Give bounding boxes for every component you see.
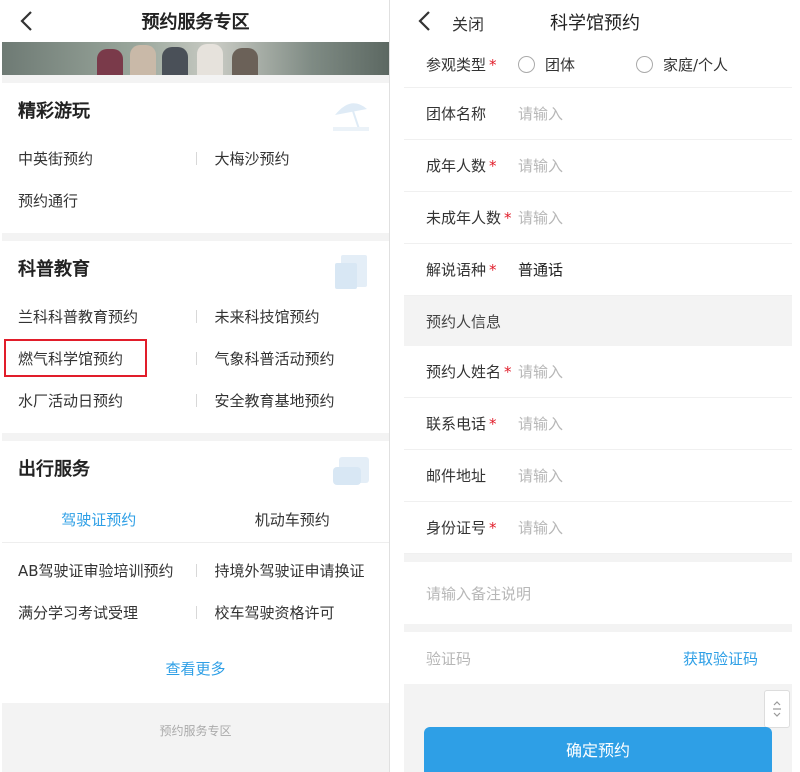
section-header: 科普教育	[2, 241, 389, 295]
service-item[interactable]: 满分学习考试受理	[2, 591, 196, 633]
service-item[interactable]: 大梅沙预约	[195, 137, 390, 179]
adult-count-row[interactable]: 成年人数 * 请输入	[404, 140, 792, 192]
radio-label: 家庭/个人	[663, 56, 729, 74]
banner-image	[2, 42, 389, 75]
minor-count-input[interactable]: 请输入	[518, 207, 563, 228]
verify-code-input[interactable]: 验证码	[426, 648, 471, 669]
section-title: 科普教育	[18, 259, 90, 280]
play-grid: 中英街预约 大梅沙预约 预约通行	[2, 137, 389, 233]
tab-motor-vehicle[interactable]: 机动车预约	[196, 497, 390, 542]
service-item[interactable]: 兰科科普教育预约	[2, 295, 196, 337]
field-label: 团体名称	[426, 105, 487, 123]
visit-type-row: 参观类型 * 团体 家庭/个人	[404, 42, 792, 88]
field-label: 成年人数 *	[426, 157, 497, 175]
field-label: 身份证号 *	[426, 519, 497, 537]
service-item[interactable]: 气象科普活动预约	[195, 337, 390, 379]
service-item[interactable]: 中英街预约	[2, 137, 196, 179]
verify-code-row: 验证码 获取验证码	[404, 632, 792, 684]
radio-label: 团体	[545, 56, 576, 74]
top-nav: 关闭 科学馆预约	[404, 0, 792, 42]
group-name-row[interactable]: 团体名称 请输入	[404, 88, 792, 140]
back-arrow-icon[interactable]	[16, 9, 38, 33]
service-item[interactable]: 安全教育基地预约	[195, 379, 390, 421]
adult-count-input[interactable]: 请输入	[518, 155, 563, 176]
get-code-button[interactable]: 获取验证码	[683, 648, 758, 669]
field-label: 解说语种 *	[426, 261, 497, 279]
service-item[interactable]: 未来科技馆预约	[195, 295, 390, 337]
travel-grid: AB驾驶证审验培训预约 持境外驾驶证申请换证 满分学习考试受理 校车驾驶资格许可	[2, 543, 389, 633]
field-label: 联系电话 *	[426, 415, 497, 433]
id-number-row[interactable]: 身份证号 * 请输入	[404, 502, 792, 554]
view-more-link[interactable]: 查看更多	[2, 633, 389, 703]
field-label: 未成年人数 *	[426, 209, 512, 227]
field-label: 参观类型 *	[426, 56, 497, 74]
service-item[interactable]: 水厂活动日预约	[2, 379, 196, 421]
field-label: 邮件地址	[426, 467, 487, 485]
booker-name-row[interactable]: 预约人姓名 * 请输入	[404, 346, 792, 398]
service-item[interactable]: 校车驾驶资格许可	[195, 591, 390, 633]
section-header: 出行服务	[2, 441, 389, 495]
page-title: 预约服务专区	[141, 12, 250, 33]
radio-family[interactable]: 家庭/个人	[636, 54, 728, 75]
highlight-box	[4, 339, 147, 377]
service-item[interactable]: 预约通行	[2, 179, 196, 221]
page-title: 科学馆预约	[550, 13, 640, 34]
minor-count-row[interactable]: 未成年人数 * 请输入	[404, 192, 792, 244]
section-title: 精彩游玩	[18, 101, 90, 122]
travel-tabs: 驾驶证预约 机动车预约	[2, 497, 389, 543]
email-input[interactable]: 请输入	[518, 465, 563, 486]
booker-name-input[interactable]: 请输入	[518, 361, 563, 382]
booking-form-screen: 关闭 科学馆预约 参观类型 * 团体 家庭/个人 团体名称 请输入 成年人数 * 请…	[404, 0, 792, 772]
close-button[interactable]: 关闭	[452, 11, 484, 35]
language-select[interactable]: 普通话	[518, 259, 563, 280]
section-travel: 出行服务 驾驶证预约 机动车预约 AB驾驶证审验培训预约 持境外驾驶证申请换证 …	[2, 441, 389, 703]
radio-group[interactable]: 团体	[518, 54, 636, 75]
umbrella-icon	[333, 103, 369, 131]
section-play: 精彩游玩 中英街预约 大梅沙预约 预约通行	[2, 83, 389, 233]
group-name-input[interactable]: 请输入	[518, 103, 563, 124]
drag-handle-icon	[773, 701, 781, 717]
language-row[interactable]: 解说语种 * 普通话	[404, 244, 792, 296]
car-icon	[333, 457, 369, 485]
scroll-handle[interactable]	[764, 690, 790, 728]
service-item[interactable]: AB驾驶证审验培训预约	[2, 549, 196, 591]
phone-input[interactable]: 请输入	[518, 413, 563, 434]
service-list-screen: 预约服务专区 精彩游玩 中英街预约 大梅沙预约 预约通行 科普教育 兰科科普教育…	[2, 0, 390, 772]
screenshot: 预约服务专区 精彩游玩 中英街预约 大梅沙预约 预约通行 科普教育 兰科科普教育…	[0, 0, 800, 772]
section-header: 精彩游玩	[2, 83, 389, 137]
field-label: 预约人姓名 *	[426, 363, 512, 381]
section-science: 科普教育 兰科科普教育预约 未来科技馆预约 燃气科学馆预约 气象科普活动预约 水…	[2, 241, 389, 433]
service-item[interactable]: 持境外驾驶证申请换证	[195, 549, 390, 591]
email-row[interactable]: 邮件地址 请输入	[404, 450, 792, 502]
radio-circle-icon[interactable]	[518, 56, 535, 73]
remark-textarea[interactable]: 请输入备注说明	[404, 562, 792, 624]
building-icon	[335, 255, 367, 289]
tab-driver-license[interactable]: 驾驶证预约	[2, 497, 196, 542]
back-arrow-icon[interactable]	[414, 9, 436, 33]
confirm-booking-button[interactable]: 确定预约	[424, 727, 772, 772]
phone-row[interactable]: 联系电话 * 请输入	[404, 398, 792, 450]
id-number-input[interactable]: 请输入	[518, 517, 563, 538]
section-title: 出行服务	[18, 459, 90, 480]
booker-info-header: 预约人信息	[404, 296, 792, 346]
radio-circle-icon[interactable]	[636, 56, 653, 73]
footer-label: 预约服务专区	[2, 703, 389, 757]
top-nav: 预约服务专区	[2, 0, 389, 42]
